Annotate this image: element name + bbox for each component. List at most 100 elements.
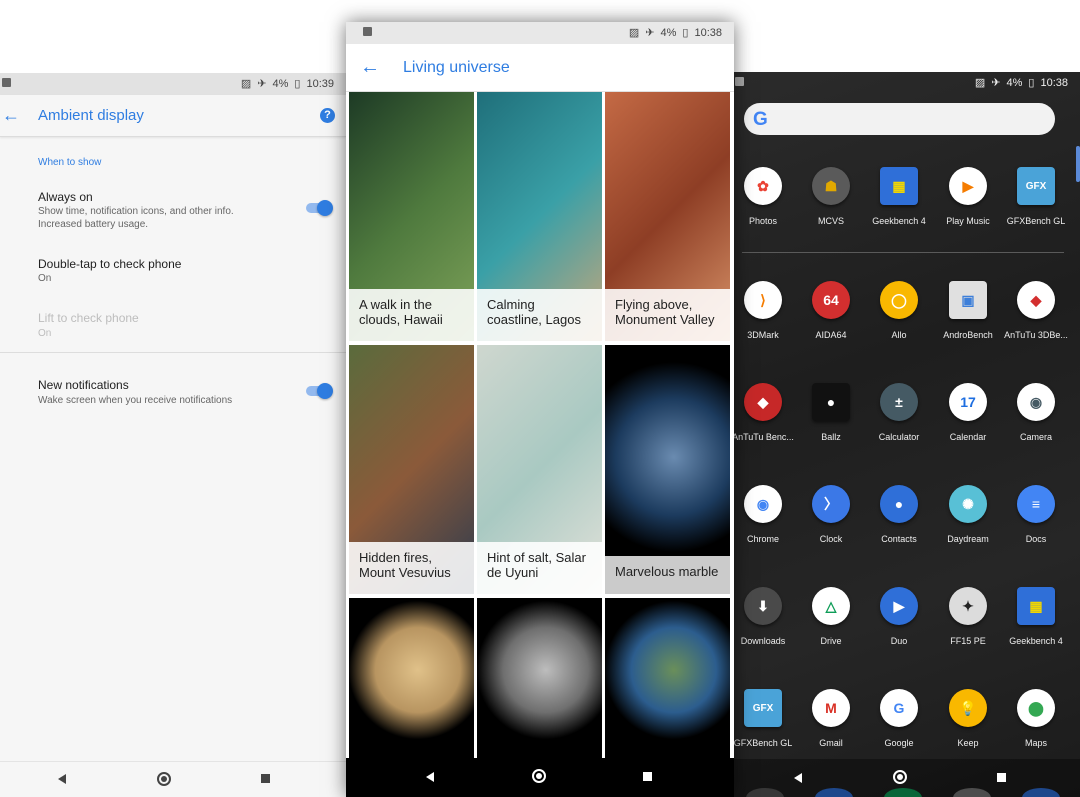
app-downloads[interactable]: ⬇ Downloads [734, 587, 797, 646]
wallpaper-tile[interactable]: Calming coastline, Lagos [477, 92, 602, 341]
nav-back-icon[interactable] [426, 772, 434, 782]
wallpaper-tile[interactable] [605, 598, 730, 758]
app-label: Play Music [946, 216, 990, 226]
page-title: Living universe [403, 59, 510, 76]
status-bar: ▨ ✈ 4% ▯ 10:38 [734, 72, 1080, 94]
androbench-icon: ▣ [949, 281, 987, 319]
scroll-indicator[interactable] [1076, 146, 1080, 182]
app-duo[interactable]: ▶ Duo [865, 587, 933, 646]
new-notifications-toggle[interactable] [306, 383, 333, 399]
nav-home-icon[interactable] [532, 769, 546, 783]
app-google[interactable]: G Google [865, 689, 933, 748]
nav-recents-icon[interactable] [997, 773, 1006, 782]
back-arrow-icon[interactable]: ← [2, 105, 20, 126]
nav-recents-icon[interactable] [261, 774, 270, 783]
app-bar: ← Ambient display ? [0, 95, 346, 137]
battery-percent: 4% [660, 26, 677, 39]
battery-percent: 4% [1006, 76, 1023, 89]
app-calculator[interactable]: ± Calculator [865, 383, 933, 442]
nav-recents-icon[interactable] [643, 772, 652, 781]
app-ballz[interactable]: ● Ballz [797, 383, 865, 442]
airplane-icon: ✈ [991, 77, 1001, 89]
app-label: Ballz [821, 432, 841, 442]
app-aida64[interactable]: 64 AIDA64 [797, 281, 865, 340]
nav-back-icon[interactable] [58, 774, 66, 784]
3dmark-icon: ⟩ [744, 281, 782, 319]
page-title: Ambient display [38, 107, 144, 124]
app-calendar[interactable]: 17 Calendar [934, 383, 1002, 442]
app-label: Duo [890, 636, 908, 646]
back-arrow-icon[interactable]: ← [360, 56, 380, 79]
wallpaper-image [477, 598, 602, 758]
calendar-icon: 17 [949, 383, 987, 421]
calculator-icon: ± [880, 383, 918, 421]
wallpaper-tile[interactable]: Flying above, Monument Valley [605, 92, 730, 341]
app-antutu-3dbe[interactable]: ◆ AnTuTu 3DBe... [1002, 281, 1070, 340]
app-docs[interactable]: ≡ Docs [1002, 485, 1070, 544]
app-label: Calculator [878, 432, 920, 442]
wallpaper-caption: A walk in the clouds, Hawaii [349, 289, 474, 341]
app-label: Contacts [881, 534, 917, 544]
nav-back-icon[interactable] [794, 773, 802, 783]
maps-icon: ⬤ [1017, 689, 1055, 727]
wallpaper-tile[interactable]: Hint of salt, Salar de Uyuni [477, 345, 602, 594]
wallpaper-image [349, 598, 474, 758]
battery-icon: ▯ [682, 27, 689, 39]
wallpaper-tile[interactable]: Marvelous marble [605, 345, 730, 594]
wallpaper-tile[interactable] [349, 598, 474, 758]
app-androbench[interactable]: ▣ AndroBench [934, 281, 1002, 340]
wallpaper-tile[interactable]: Hidden fires, Mount Vesuvius [349, 345, 474, 594]
mcvs-icon: ☗ [812, 167, 850, 205]
app-geekbench-4[interactable]: ▦ Geekbench 4 [865, 167, 933, 226]
google-g-icon: G [753, 109, 768, 130]
app-drive[interactable]: △ Drive [797, 587, 865, 646]
app-maps[interactable]: ⬤ Maps [1002, 689, 1070, 748]
airplane-icon: ✈ [645, 27, 655, 39]
app-gfxbench-gl[interactable]: GFX GFXBench GL [734, 689, 797, 748]
app-geekbench-4[interactable]: ▦ Geekbench 4 [1002, 587, 1070, 646]
app-daydream[interactable]: ✺ Daydream [934, 485, 1002, 544]
app-3dmark[interactable]: ⟩ 3DMark [734, 281, 797, 340]
app-label: Maps [1024, 738, 1047, 748]
app-gmail[interactable]: M Gmail [797, 689, 865, 748]
app-allo[interactable]: ◯ Allo [865, 281, 933, 340]
app-label: Keep [957, 738, 979, 748]
wallpaper-tile[interactable]: A walk in the clouds, Hawaii [349, 92, 474, 341]
app-label: Chrome [746, 534, 779, 544]
app-mcvs[interactable]: ☗ MCVS [797, 167, 865, 226]
google-search-bar[interactable]: G [744, 103, 1055, 135]
app-antutu-benc[interactable]: ◆ AnTuTu Benc... [734, 383, 797, 442]
keep-icon: 💡 [949, 689, 987, 727]
ballz-icon: ● [812, 383, 850, 421]
wallpaper-caption: Marvelous marble [605, 556, 730, 594]
nav-home-icon[interactable] [157, 772, 171, 786]
app-photos[interactable]: ✿ Photos [734, 167, 797, 226]
app-label: MCVS [817, 216, 844, 226]
airplane-icon: ✈ [257, 78, 267, 90]
app-gfxbench-gl[interactable]: GFX GFXBench GL [1002, 167, 1070, 226]
play-music-icon: ▶ [949, 167, 987, 205]
app-camera[interactable]: ◉ Camera [1002, 383, 1070, 442]
app-label: Photos [748, 216, 778, 226]
wallpaper-grid: A walk in the clouds, Hawaii Calming coa… [346, 92, 734, 758]
battery-icon: ▯ [294, 78, 301, 90]
living-universe-screen: ▨ ✈ 4% ▯ 10:38 ← Living universe A walk … [346, 22, 734, 797]
app-keep[interactable]: 💡 Keep [934, 689, 1002, 748]
status-bar: ▨ ✈ 4% ▯ 10:38 [346, 22, 734, 44]
app-clock[interactable]: 〉 Clock [797, 485, 865, 544]
contacts-icon: ● [880, 485, 918, 523]
drive-icon: △ [812, 587, 850, 625]
help-icon[interactable]: ? [320, 108, 335, 123]
app-ff15-pe[interactable]: ✦ FF15 PE [934, 587, 1002, 646]
pref-subtitle: On [38, 273, 52, 284]
app-label: Google [884, 738, 914, 748]
app-play-music[interactable]: ▶ Play Music [934, 167, 1002, 226]
app-label: FF15 PE [950, 636, 986, 646]
wallpaper-tile[interactable] [477, 598, 602, 758]
app-label: AndroBench [943, 330, 993, 340]
nav-home-icon[interactable] [893, 770, 907, 784]
always-on-toggle[interactable] [306, 200, 333, 216]
app-contacts[interactable]: ● Contacts [865, 485, 933, 544]
app-chrome[interactable]: ◉ Chrome [734, 485, 797, 544]
google-icon: G [880, 689, 918, 727]
